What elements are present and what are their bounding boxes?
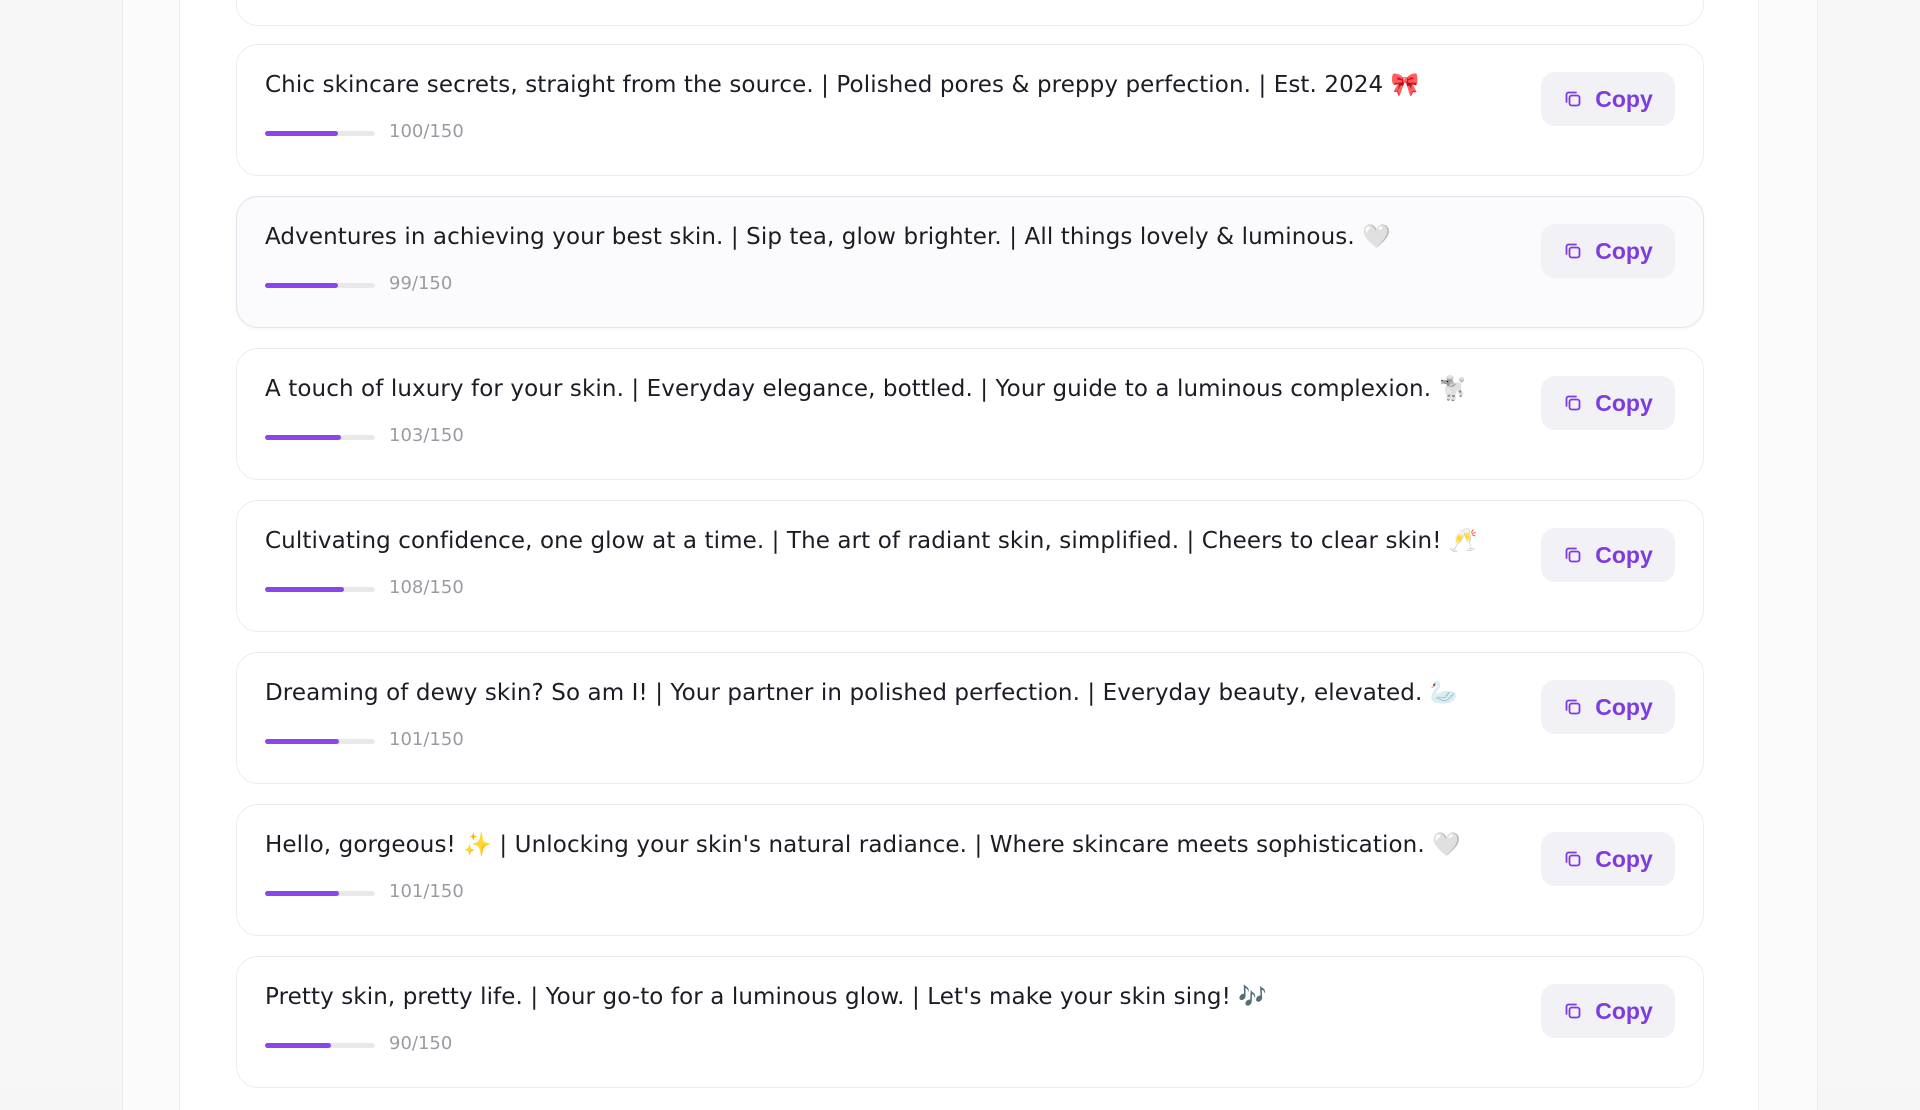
copy-icon <box>1565 851 1581 867</box>
bio-card: Chic skincare secrets, straight from the… <box>236 44 1704 176</box>
bio-text: Hello, gorgeous! ✨ | Unlocking your skin… <box>265 832 1461 858</box>
copy-button[interactable]: Copy <box>1541 832 1675 886</box>
bio-text: Chic skincare secrets, straight from the… <box>265 72 1420 98</box>
bio-card: Hello, gorgeous! ✨ | Unlocking your skin… <box>236 804 1704 936</box>
copy-label: Copy <box>1595 237 1653 264</box>
copy-button[interactable]: Copy <box>1541 984 1675 1038</box>
copy-icon <box>1565 1003 1581 1019</box>
bio-card-partial <box>236 0 1704 26</box>
char-progress-fill <box>265 739 340 744</box>
copy-label: Copy <box>1595 389 1653 416</box>
bio-text: A touch of luxury for your skin. | Every… <box>265 376 1468 402</box>
copy-label: Copy <box>1595 85 1653 112</box>
copy-icon <box>1565 91 1581 107</box>
copy-icon <box>1565 699 1581 715</box>
bio-card: Adventures in achieving your best skin. … <box>236 196 1704 328</box>
char-progress-bar <box>265 131 375 136</box>
char-count: 99/150 <box>389 273 453 294</box>
copy-button[interactable]: Copy <box>1541 376 1675 430</box>
copy-label: Copy <box>1595 693 1653 720</box>
bio-text: Pretty skin, pretty life. | Your go-to f… <box>265 984 1268 1010</box>
char-progress-bar <box>265 283 375 288</box>
copy-button[interactable]: Copy <box>1541 224 1675 278</box>
char-progress-bar <box>265 435 375 440</box>
bio-text: Adventures in achieving your best skin. … <box>265 224 1391 250</box>
copy-icon <box>1565 243 1581 259</box>
copy-button[interactable]: Copy <box>1541 680 1675 734</box>
copy-button[interactable]: Copy <box>1541 72 1675 126</box>
copy-label: Copy <box>1595 997 1653 1024</box>
copy-icon <box>1565 395 1581 411</box>
copy-label: Copy <box>1595 541 1653 568</box>
char-count: 100/150 <box>389 121 464 142</box>
char-count: 108/150 <box>389 577 464 598</box>
bio-text: Cultivating confidence, one glow at a ti… <box>265 528 1478 554</box>
char-progress-bar <box>265 739 375 744</box>
bio-card: Dreaming of dewy skin? So am I! | Your p… <box>236 652 1704 784</box>
char-progress-fill <box>265 587 345 592</box>
char-progress-fill <box>265 283 338 288</box>
char-count: 103/150 <box>389 425 464 446</box>
char-count: 90/150 <box>389 1033 453 1054</box>
bio-card: Cultivating confidence, one glow at a ti… <box>236 500 1704 632</box>
char-progress-bar <box>265 1043 375 1048</box>
char-progress-bar <box>265 587 375 592</box>
bio-text: Dreaming of dewy skin? So am I! | Your p… <box>265 680 1459 706</box>
bio-card: Pretty skin, pretty life. | Your go-to f… <box>236 956 1704 1088</box>
bio-card: A touch of luxury for your skin. | Every… <box>236 348 1704 480</box>
char-count: 101/150 <box>389 729 464 750</box>
char-progress-fill <box>265 1043 331 1048</box>
char-progress-fill <box>265 435 341 440</box>
copy-label: Copy <box>1595 845 1653 872</box>
char-count: 101/150 <box>389 881 464 902</box>
char-progress-bar <box>265 891 375 896</box>
char-progress-fill <box>265 131 339 136</box>
copy-icon <box>1565 547 1581 563</box>
char-progress-fill <box>265 891 340 896</box>
copy-button[interactable]: Copy <box>1541 528 1675 582</box>
